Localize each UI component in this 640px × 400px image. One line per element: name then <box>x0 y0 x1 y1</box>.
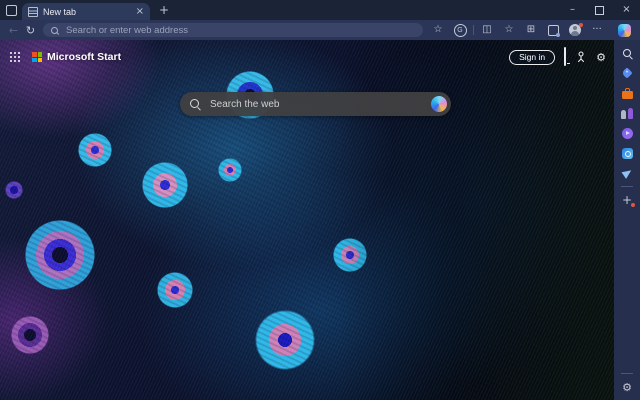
sidebar-image-creator-button[interactable] <box>620 146 634 160</box>
paper-plane-icon <box>621 167 633 179</box>
edge-sidebar: + ⚙ <box>614 40 640 400</box>
mobile-icon <box>564 47 567 66</box>
address-input[interactable] <box>64 23 415 37</box>
tab-new-tab[interactable]: New tab × <box>22 3 150 20</box>
settings-more-button[interactable]: ··· <box>589 25 605 35</box>
extensions-button[interactable] <box>545 24 561 37</box>
toolbox-icon <box>621 87 633 99</box>
waffle-icon <box>10 52 12 54</box>
profile-button[interactable] <box>567 23 583 36</box>
tab-title: New tab <box>43 6 77 17</box>
header-actions: Sign in ⚙ <box>509 47 606 66</box>
collections-button[interactable]: ⊞ <box>523 25 539 35</box>
extensions-icon <box>547 24 560 37</box>
shopping-tag-icon <box>621 67 633 79</box>
titlebar: New tab × + – × <box>0 0 640 20</box>
favorites-hub-button[interactable]: ☆ <box>501 25 517 35</box>
sidebar-drop-button[interactable] <box>620 166 634 180</box>
copilot-icon <box>617 23 631 37</box>
tab-actions-icon <box>5 4 17 16</box>
copilot-search-icon[interactable] <box>431 96 447 112</box>
sidebar-shopping-button[interactable] <box>620 66 634 80</box>
new-tab-button[interactable]: + <box>159 4 169 16</box>
image-creator-icon <box>621 147 633 159</box>
maximize-icon <box>595 5 604 15</box>
page-header: Microsoft Start Sign in ⚙ <box>10 47 606 66</box>
extension-g-icon: G <box>453 23 467 37</box>
minimize-button[interactable]: – <box>559 0 586 20</box>
sidebar-divider <box>621 373 633 374</box>
app-launcher-button[interactable] <box>10 52 20 62</box>
mobile-button[interactable] <box>564 47 567 66</box>
sidebar-search-button[interactable] <box>620 46 634 60</box>
toolbar-divider <box>473 25 474 35</box>
rewards-icon <box>578 51 585 63</box>
web-search-input[interactable] <box>208 97 423 111</box>
sidebar-divider <box>621 186 633 187</box>
close-window-button[interactable]: × <box>613 0 640 20</box>
favorite-star-button[interactable]: ☆ <box>430 25 446 35</box>
maximize-button[interactable] <box>586 0 613 20</box>
browser-window: New tab × + – × ← ↻ ☆ G ◫ ☆ ⊞ ·· <box>0 0 640 400</box>
sign-in-button[interactable]: Sign in <box>509 49 556 65</box>
sidebar-settings-button[interactable]: ⚙ <box>620 380 634 394</box>
refresh-button[interactable]: ↻ <box>22 25 39 36</box>
window-controls: – × <box>559 0 640 20</box>
address-bar[interactable] <box>43 23 423 37</box>
sidebar-games-button[interactable] <box>620 106 634 120</box>
play-circle-icon <box>621 127 633 139</box>
sidebar-customize-button[interactable]: + <box>620 193 634 207</box>
close-tab-icon[interactable]: × <box>136 6 144 17</box>
copilot-toolbar-button[interactable] <box>616 23 632 37</box>
tab-favicon-icon <box>28 6 38 17</box>
brand[interactable]: Microsoft Start <box>32 51 121 63</box>
chess-pieces-icon <box>621 107 633 119</box>
search-icon <box>622 48 632 58</box>
extension-g-button[interactable]: G <box>452 23 468 37</box>
microsoft-logo-icon <box>32 52 42 62</box>
web-search-box[interactable] <box>180 92 451 116</box>
sidebar-tools-button[interactable] <box>620 86 634 100</box>
page-settings-button[interactable]: ⚙ <box>596 52 606 63</box>
back-button[interactable]: ← <box>5 25 22 36</box>
search-icon <box>51 26 58 34</box>
tab-actions-menu-button[interactable] <box>0 0 22 20</box>
brand-title: Microsoft Start <box>47 51 122 63</box>
split-screen-button[interactable]: ◫ <box>479 25 495 35</box>
notification-badge <box>579 23 583 27</box>
toolbar: ← ↻ ☆ G ◫ ☆ ⊞ ··· <box>0 20 640 40</box>
rewards-button[interactable] <box>575 51 587 63</box>
search-icon <box>190 99 200 109</box>
sidebar-media-button[interactable] <box>620 126 634 140</box>
new-tab-page: Microsoft Start Sign in ⚙ Search the web… <box>0 40 640 400</box>
